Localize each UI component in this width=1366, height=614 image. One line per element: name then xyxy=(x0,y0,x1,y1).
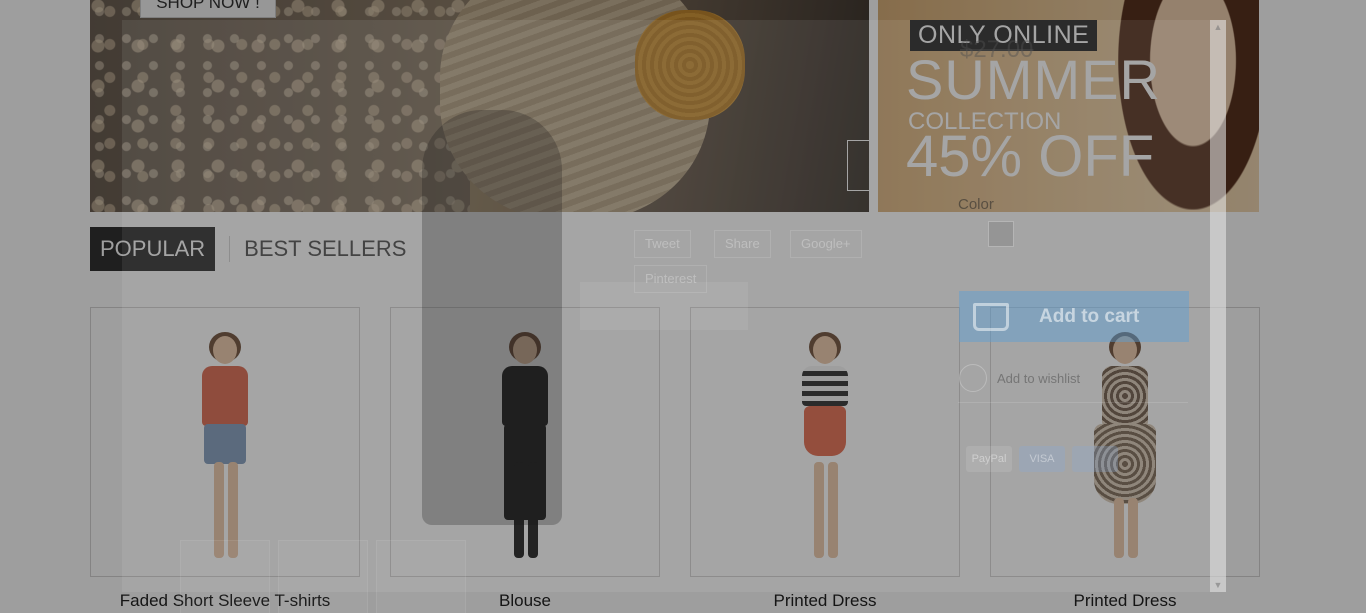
google-plus-button[interactable]: Google+ xyxy=(790,230,862,258)
color-label: Color xyxy=(958,196,994,213)
quick-view-thumbnail[interactable] xyxy=(278,540,368,614)
add-to-cart-label: Add to cart xyxy=(1039,305,1140,327)
wishlist-label: Add to wishlist xyxy=(997,370,1081,386)
visa-logo: VISA xyxy=(1019,446,1065,472)
quick-view-thumbnail[interactable] xyxy=(180,540,270,614)
quick-view-product-image xyxy=(422,110,562,525)
heart-icon xyxy=(959,364,987,392)
card-logo xyxy=(1072,446,1118,472)
facebook-share-button[interactable]: Share xyxy=(714,230,771,258)
add-to-wishlist-link[interactable]: Add to wishlist xyxy=(959,364,1080,392)
cart-icon xyxy=(973,302,1009,331)
modal-scrollbar[interactable]: ▲ ▼ xyxy=(1210,20,1226,592)
scroll-down-icon[interactable]: ▼ xyxy=(1210,578,1226,592)
divider xyxy=(958,402,1188,403)
add-to-cart-button[interactable]: Add to cart xyxy=(959,291,1189,342)
quick-view-thumbnail[interactable] xyxy=(376,540,466,614)
tweet-button[interactable]: Tweet xyxy=(634,230,691,258)
paypal-logo: PayPal xyxy=(966,446,1012,472)
quick-view-quantity-box[interactable] xyxy=(580,282,748,330)
scroll-up-icon[interactable]: ▲ xyxy=(1210,20,1226,34)
color-swatch[interactable] xyxy=(988,221,1014,247)
quick-view-price: $27.00 xyxy=(960,36,1034,63)
